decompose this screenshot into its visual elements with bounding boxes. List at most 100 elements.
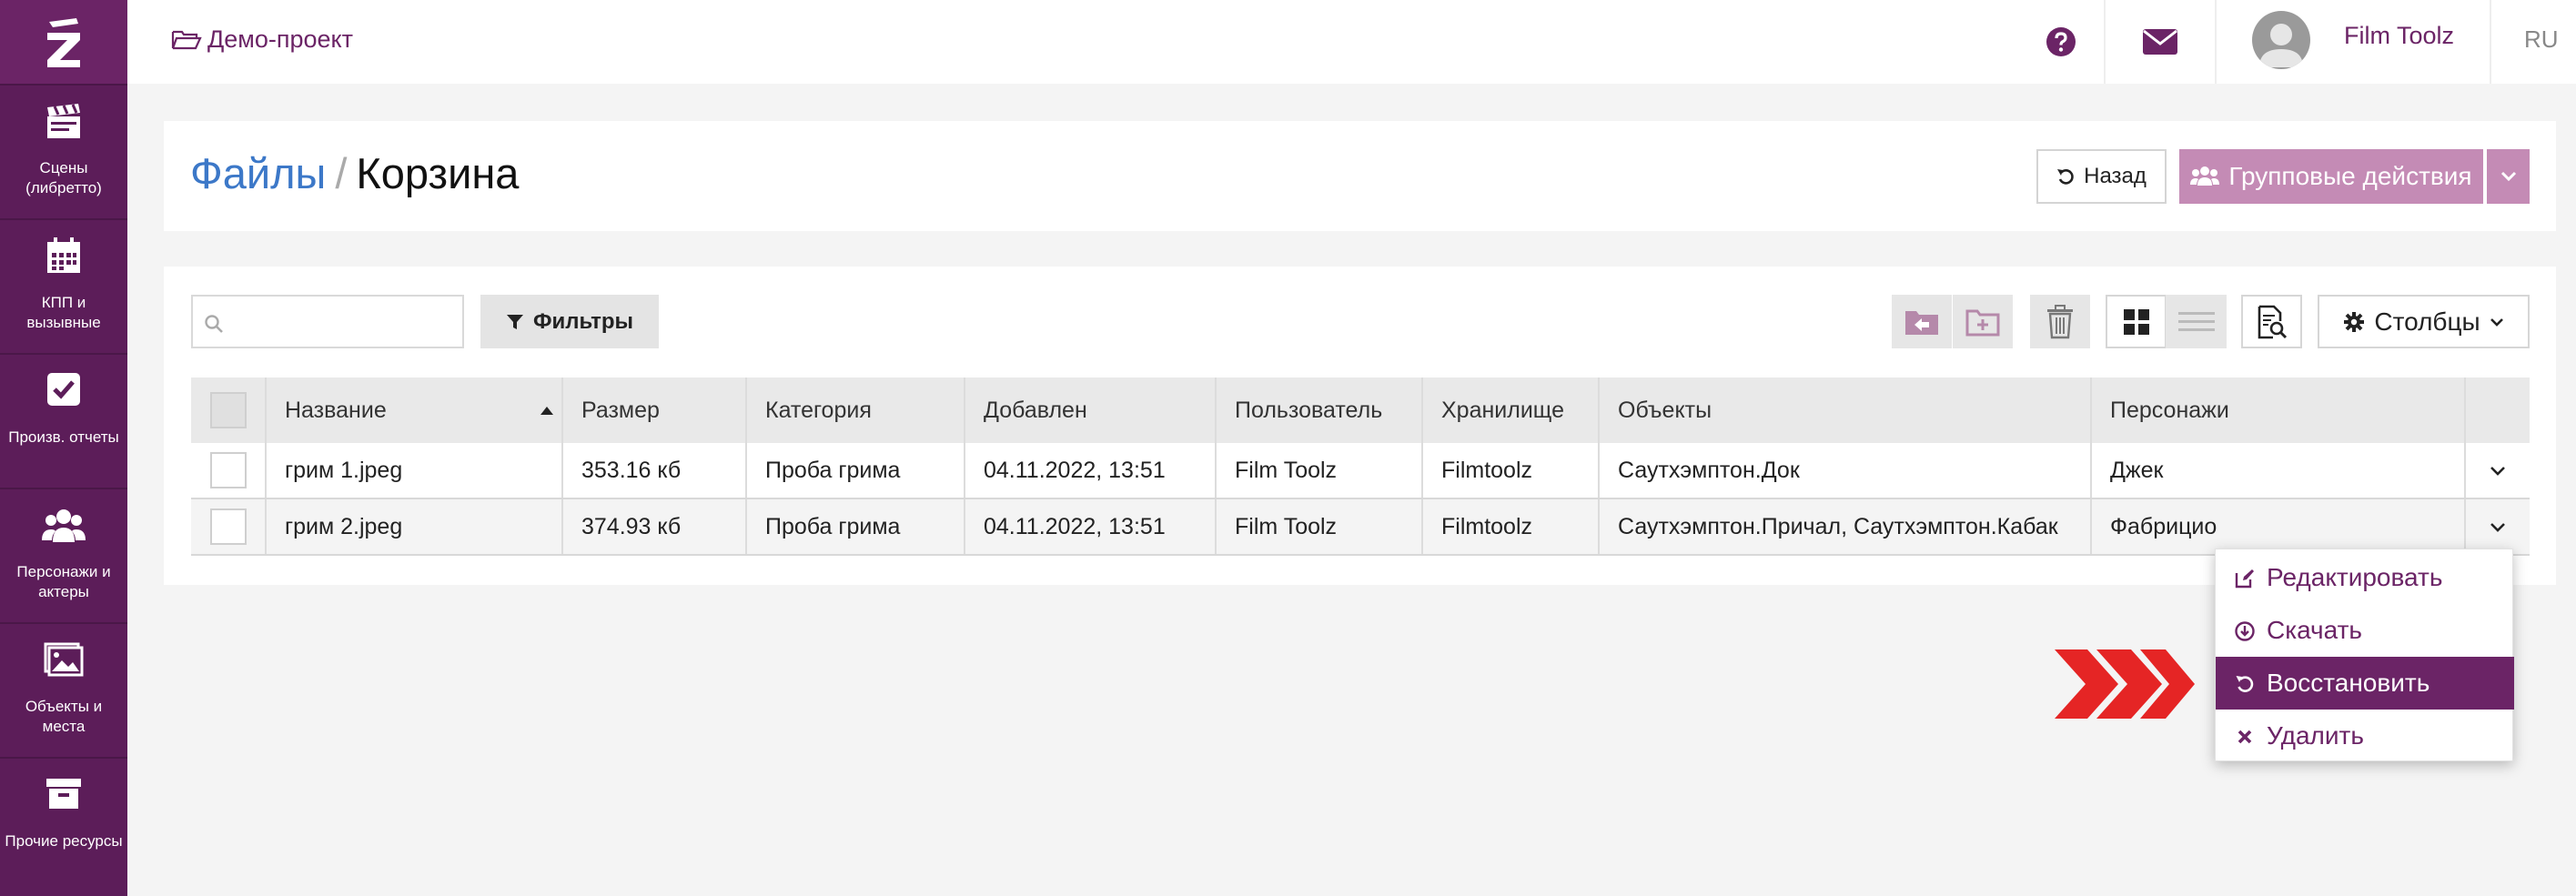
- top-bar: Демо-проект Film Toolz RU: [127, 0, 2576, 84]
- menu-item-label: Удалить: [2267, 721, 2364, 750]
- table-row[interactable]: грим 2.jpeg 374.93 кб Проба грима 04.11.…: [191, 499, 2530, 556]
- back-button-label: Назад: [2084, 164, 2147, 188]
- users-icon: [2190, 166, 2220, 186]
- folder-open-icon: [171, 30, 202, 49]
- filters-label: Фильтры: [532, 308, 634, 334]
- avatar[interactable]: [2252, 11, 2310, 69]
- row-actions-toggle[interactable]: [2464, 443, 2530, 498]
- cell-objects: Саутхэмптон.Док: [1598, 443, 2090, 498]
- column-header-label: Категория: [765, 397, 872, 423]
- envelope-icon: [2143, 29, 2177, 55]
- group-actions-dropdown-toggle[interactable]: [2487, 149, 2530, 204]
- sidebar-item-scenes[interactable]: Сцены (либретто): [0, 84, 127, 218]
- menu-item-delete[interactable]: Удалить: [2216, 710, 2514, 762]
- list-view-button[interactable]: [2166, 295, 2227, 348]
- checkbox-icon: [47, 373, 80, 406]
- close-icon: [2238, 730, 2252, 744]
- edit-icon: [2235, 569, 2254, 589]
- list-icon: [2177, 311, 2215, 331]
- filters-button[interactable]: Фильтры: [480, 295, 659, 348]
- sidebar-item-label: Персонажи и актеры: [16, 563, 111, 600]
- project-name: Демо-проект: [207, 25, 354, 53]
- calendar-icon: [47, 237, 80, 273]
- row-checkbox[interactable]: [209, 508, 247, 545]
- column-header-label: Название: [285, 397, 387, 423]
- columns-label: Столбцы: [2374, 307, 2480, 336]
- column-header-objects[interactable]: Объекты: [1598, 378, 2090, 443]
- sidebar-item-label: КПП и вызывные: [26, 294, 101, 331]
- back-button[interactable]: Назад: [2036, 149, 2167, 204]
- sidebar-item-schedules[interactable]: КПП и вызывные: [0, 218, 127, 353]
- select-all-checkbox[interactable]: [209, 392, 247, 428]
- column-header-size[interactable]: Размер: [561, 378, 745, 443]
- user-name[interactable]: Film Toolz: [2344, 22, 2454, 50]
- cell-size: 353.16 кб: [561, 443, 745, 498]
- row-checkbox[interactable]: [209, 452, 247, 488]
- page-header: Файлы / Корзина Назад Групповые действия: [164, 121, 2556, 231]
- sidebar-item-label: Прочие ресурсы: [5, 832, 123, 850]
- project-selector[interactable]: Демо-проект: [171, 25, 353, 54]
- restore-icon: [2236, 676, 2254, 692]
- menu-item-restore[interactable]: Восстановить: [2216, 657, 2514, 710]
- cell-size: 374.93 кб: [561, 499, 745, 554]
- menu-item-download[interactable]: Скачать: [2216, 604, 2514, 657]
- column-header-added[interactable]: Добавлен: [964, 378, 1215, 443]
- row-select-cell: [191, 499, 265, 554]
- column-header-storage[interactable]: Хранилище: [1421, 378, 1598, 443]
- column-header-characters[interactable]: Персонажи: [2090, 378, 2464, 443]
- search-input[interactable]: [191, 295, 464, 348]
- preview-button[interactable]: [2241, 295, 2302, 348]
- columns-button[interactable]: Столбцы: [2318, 295, 2530, 348]
- move-to-folder-button[interactable]: [1892, 295, 1952, 348]
- users-icon: [42, 509, 86, 542]
- column-header-user[interactable]: Пользователь: [1215, 378, 1421, 443]
- cell-added: 04.11.2022, 13:51: [964, 499, 1215, 554]
- cell-storage: Filmtoolz: [1421, 443, 1598, 498]
- table-row[interactable]: грим 1.jpeg 353.16 кб Проба грима 04.11.…: [191, 443, 2530, 499]
- cell-storage: Filmtoolz: [1421, 499, 1598, 554]
- cell-objects: Саутхэмптон.Причал, Саутхэмптон.Кабак: [1598, 499, 2090, 554]
- column-header-name[interactable]: Название: [265, 378, 561, 443]
- select-all-cell: [191, 378, 265, 443]
- breadcrumb-files-link[interactable]: Файлы: [190, 149, 326, 197]
- column-header-label: Объекты: [1618, 397, 1712, 423]
- sidebar-item-characters[interactable]: Персонажи и актеры: [0, 488, 127, 622]
- column-header-label: Хранилище: [1441, 397, 1564, 423]
- menu-item-edit[interactable]: Редактировать: [2216, 551, 2514, 604]
- search-icon: [205, 315, 223, 333]
- sidebar-item-reports[interactable]: Произв. отчеты: [0, 353, 127, 488]
- column-header-label: Размер: [581, 397, 660, 423]
- cell-characters: Джек: [2090, 443, 2464, 498]
- language-selector[interactable]: RU: [2524, 25, 2559, 54]
- image-icon: [44, 642, 84, 677]
- help-button[interactable]: [2020, 0, 2102, 84]
- app-logo[interactable]: [0, 0, 127, 84]
- cell-name[interactable]: грим 1.jpeg: [265, 443, 561, 498]
- folder-plus-icon: [1965, 309, 2000, 336]
- download-icon: [2235, 621, 2255, 641]
- page-title: Корзина: [356, 149, 520, 197]
- messages-button[interactable]: [2106, 0, 2215, 84]
- sidebar-item-resources[interactable]: Прочие ресурсы: [0, 757, 127, 891]
- row-actions-menu: Редактировать Скачать Восстановить Удали…: [2215, 549, 2514, 762]
- cell-category: Проба грима: [745, 499, 964, 554]
- row-actions-toggle[interactable]: [2464, 499, 2530, 554]
- cell-name[interactable]: грим 2.jpeg: [265, 499, 561, 554]
- sort-asc-icon: [540, 407, 553, 415]
- new-folder-button[interactable]: [1953, 295, 2013, 348]
- group-actions-button[interactable]: Групповые действия: [2179, 149, 2483, 204]
- delete-button[interactable]: [2030, 295, 2090, 348]
- sidebar-item-label: Объекты и места: [25, 698, 103, 735]
- column-header-category[interactable]: Категория: [745, 378, 964, 443]
- sidebar-item-label: Сцены (либретто): [25, 159, 102, 196]
- sidebar-item-label: Произв. отчеты: [8, 428, 119, 446]
- breadcrumb: Файлы / Корзина: [190, 148, 519, 199]
- clapperboard-icon: [47, 104, 80, 138]
- gear-icon: [2344, 311, 2365, 332]
- annotation-arrows: [2055, 649, 2195, 719]
- folder-move-icon: [1905, 310, 1938, 335]
- sidebar-item-locations[interactable]: Объекты и места: [0, 622, 127, 757]
- grid-view-button[interactable]: [2106, 295, 2167, 348]
- question-circle-icon: [2046, 27, 2076, 56]
- menu-item-label: Редактировать: [2267, 563, 2443, 591]
